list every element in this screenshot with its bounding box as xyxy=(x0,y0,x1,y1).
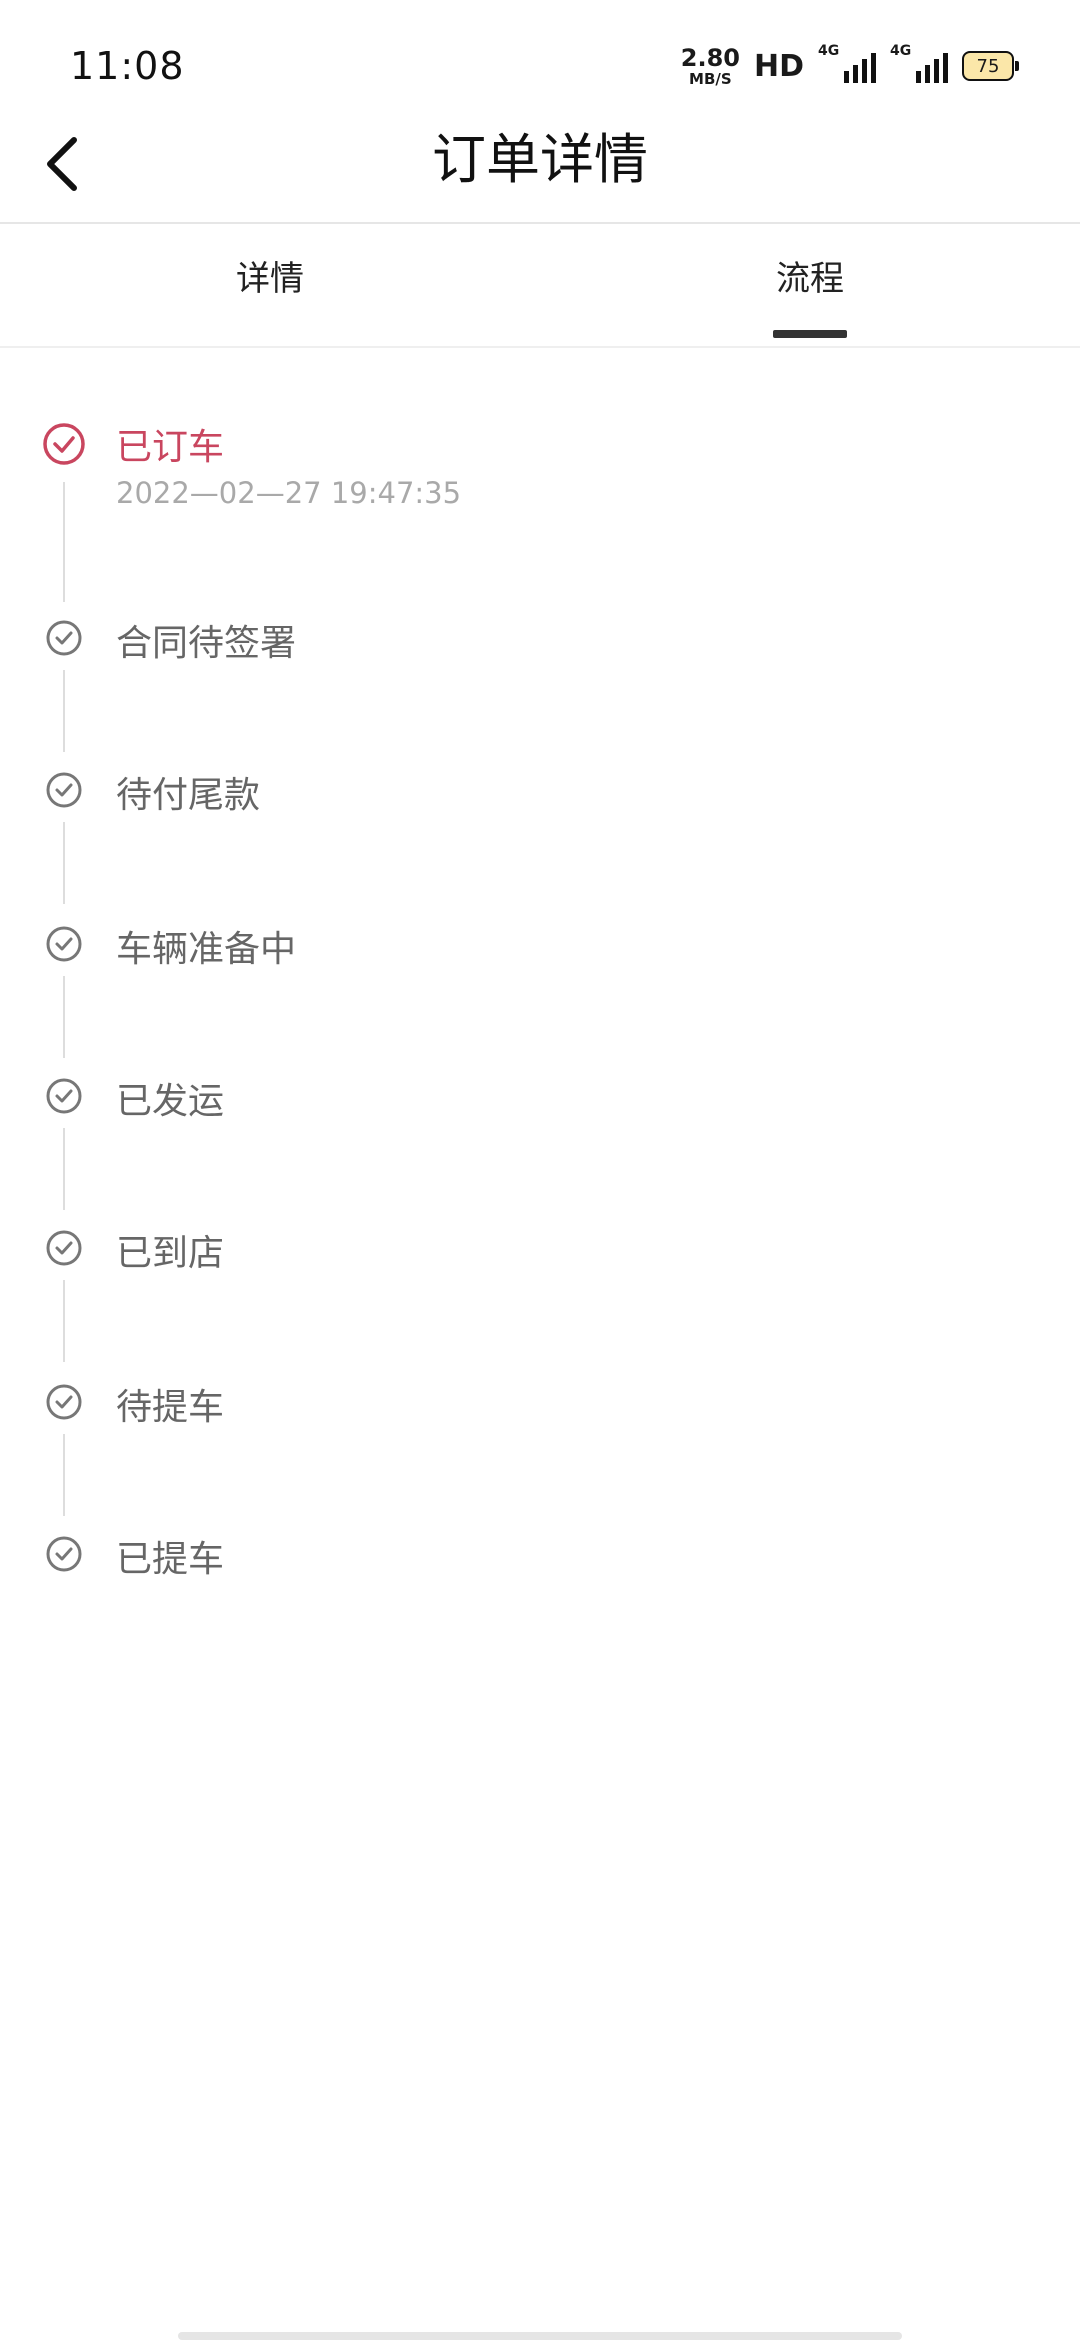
step-label: 已发运 xyxy=(116,1081,225,1122)
home-indicator[interactable] xyxy=(178,2332,902,2340)
network-speed: 2.80 MB/S xyxy=(681,46,740,87)
tab-active-indicator xyxy=(773,330,847,338)
check-circle-icon xyxy=(46,1078,82,1114)
tab-process[interactable]: 流程 xyxy=(540,224,1080,346)
step-label: 待付尾款 xyxy=(116,775,261,816)
timeline-connector xyxy=(63,670,65,752)
tab-process-label: 流程 xyxy=(776,259,844,299)
step-label: 已订车 xyxy=(116,427,225,468)
check-circle-icon xyxy=(43,423,85,465)
timeline-connector xyxy=(63,1280,65,1362)
header-bar: 订单详情 xyxy=(0,110,1080,224)
step-label: 已到店 xyxy=(116,1233,225,1274)
timeline-connector xyxy=(63,1434,65,1516)
check-circle-icon xyxy=(46,1384,82,1420)
check-circle-icon xyxy=(46,1230,82,1266)
status-bar: 11:08 2.80 MB/S HD 4G 4G 75 xyxy=(0,0,1080,110)
page-title: 订单详情 xyxy=(432,128,648,191)
network-speed-value: 2.80 xyxy=(680,43,740,72)
battery-icon: 75 xyxy=(962,51,1019,81)
check-circle-icon xyxy=(46,620,82,656)
check-circle-icon xyxy=(46,1536,82,1572)
tab-bar: 详情 流程 xyxy=(0,224,1080,348)
step-label: 合同待签署 xyxy=(116,623,297,664)
timeline-connector xyxy=(63,822,65,904)
step-label: 待提车 xyxy=(116,1387,225,1428)
signal-icon: 4G xyxy=(818,43,876,83)
step-timestamp: 2022—02—27 19:47:35 xyxy=(116,476,462,510)
step-label: 车辆准备中 xyxy=(116,929,297,970)
order-detail-page: 11:08 2.80 MB/S HD 4G 4G 75 订单详情 详情 流程 已… xyxy=(0,0,1080,2340)
hd-icon: HD xyxy=(753,48,804,84)
status-indicators: 2.80 MB/S HD 4G 4G 75 xyxy=(681,43,1019,88)
timeline-connector xyxy=(63,482,65,602)
step-label: 已提车 xyxy=(116,1539,225,1580)
signal-icon-secondary: 4G xyxy=(890,43,948,83)
check-circle-icon xyxy=(46,926,82,962)
network-speed-unit: MB/S xyxy=(689,69,732,88)
tab-details[interactable]: 详情 xyxy=(0,224,540,346)
timeline-connector xyxy=(63,976,65,1058)
signal-type-label-secondary: 4G xyxy=(890,43,912,59)
check-circle-icon xyxy=(46,772,82,808)
tab-details-label: 详情 xyxy=(236,259,304,299)
battery-level: 75 xyxy=(976,55,1000,77)
timeline-connector xyxy=(63,1128,65,1210)
status-time: 11:08 xyxy=(70,44,185,88)
signal-type-label: 4G xyxy=(818,43,840,59)
